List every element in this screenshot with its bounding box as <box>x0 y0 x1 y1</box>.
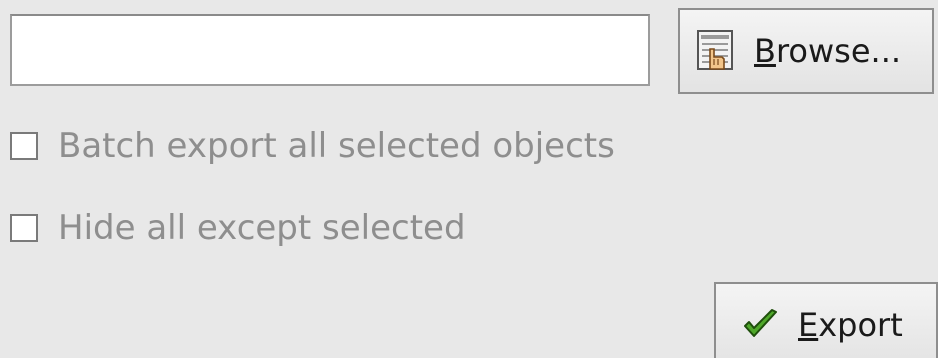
export-button[interactable]: Export <box>714 282 938 358</box>
batch-export-option[interactable]: Batch export all selected objects <box>10 126 615 166</box>
batch-export-label: Batch export all selected objects <box>58 126 615 166</box>
browse-button-label: Browse... <box>754 32 902 70</box>
export-panel: Browse... Batch export all selected obje… <box>0 0 938 358</box>
batch-export-checkbox[interactable] <box>10 132 38 160</box>
hide-except-option[interactable]: Hide all except selected <box>10 208 466 248</box>
browse-button[interactable]: Browse... <box>678 8 934 94</box>
checkmark-icon <box>742 308 780 342</box>
file-browse-icon <box>696 29 736 73</box>
export-button-label: Export <box>798 306 903 344</box>
hide-except-checkbox[interactable] <box>10 214 38 242</box>
hide-except-label: Hide all except selected <box>58 208 466 248</box>
filename-input[interactable] <box>10 14 650 86</box>
